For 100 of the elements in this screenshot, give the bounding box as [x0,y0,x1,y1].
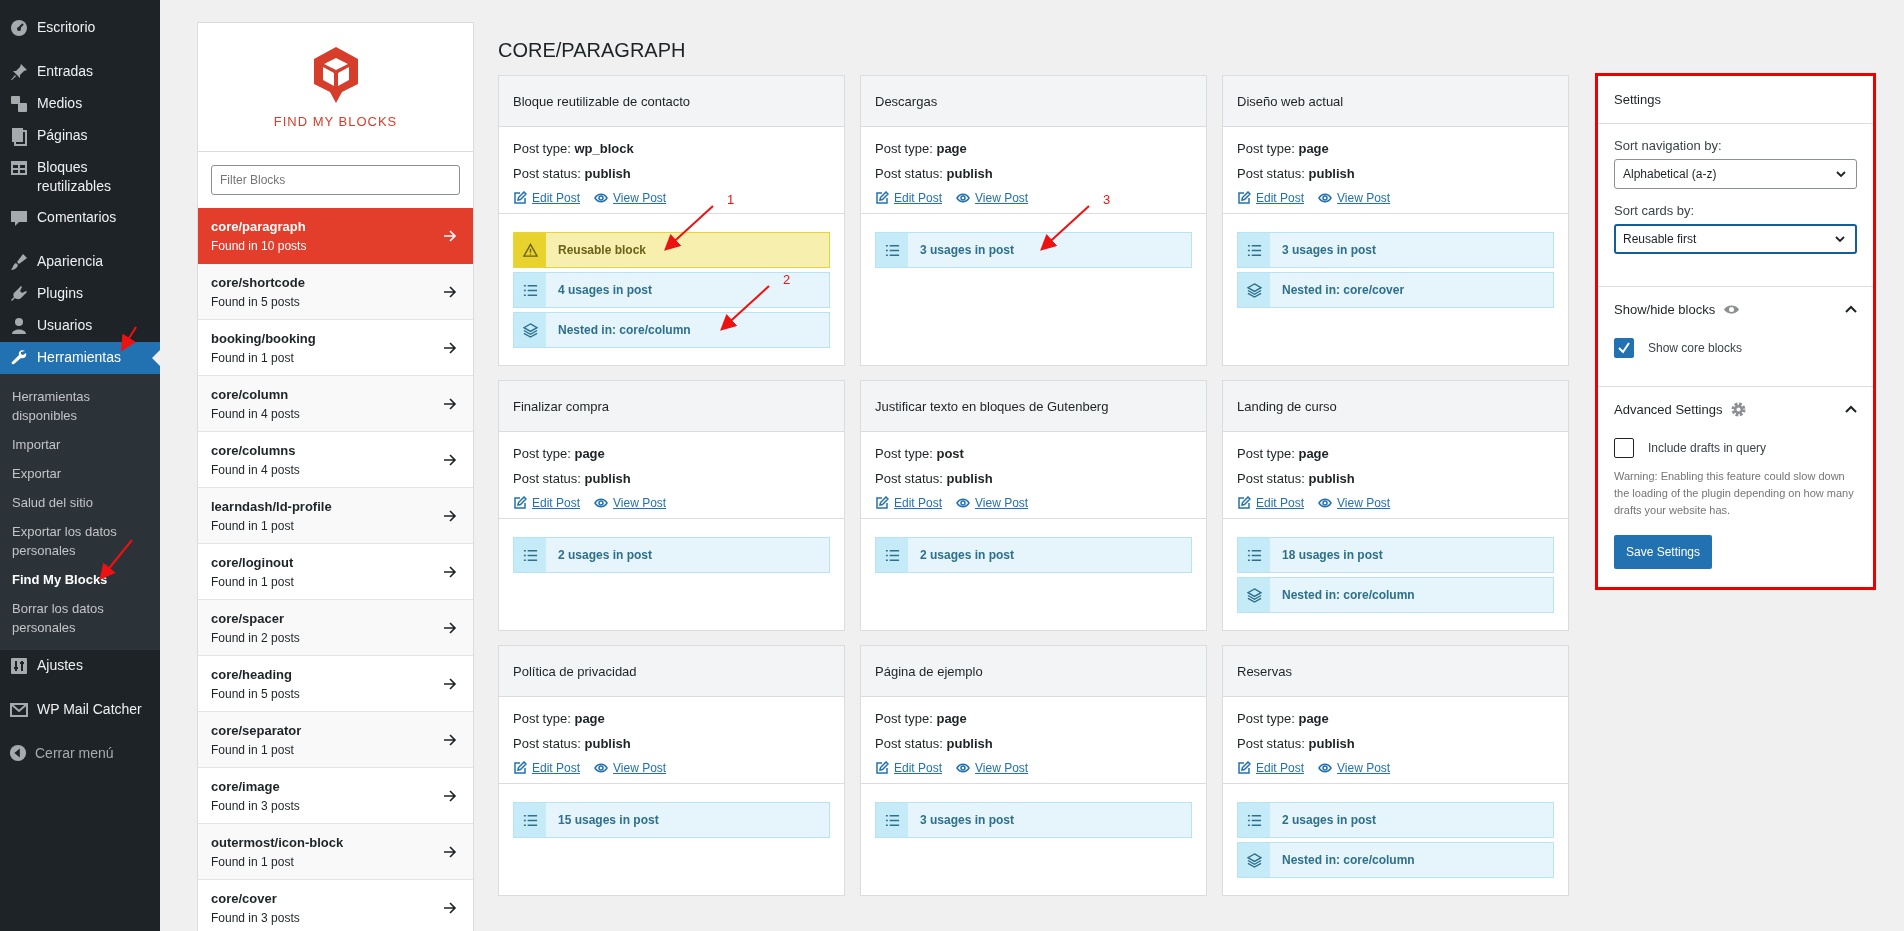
admin-menu-item[interactable]: Herramientas [0,342,160,374]
submenu-item[interactable]: Borrar los datos personales [0,594,160,642]
checkbox[interactable] [1614,438,1634,458]
usages-badge: 3 usages in post [875,802,1192,838]
post-type-text: Post type: page [1237,711,1330,726]
collapse-menu-button[interactable]: Cerrar menú [0,738,160,768]
block-nav-item[interactable]: core/cover Found in 3 posts [198,880,473,931]
admin-menu-item[interactable]: Ajustes [0,650,160,682]
eye-icon [594,496,609,510]
submenu-item[interactable]: Importar [0,430,160,459]
view-post-link[interactable]: View Post [1318,191,1391,205]
settings-icon [1730,401,1748,418]
card-title: Diseño web actual [1223,76,1568,127]
pages-icon [9,126,29,146]
admin-menu-item[interactable]: Usuarios [0,310,160,342]
card-title: Landing de curso [1223,381,1568,432]
admin-menu-item[interactable]: Medios [0,88,160,120]
admin-menu-item[interactable]: Plugins [0,278,160,310]
view-post-link[interactable]: View Post [956,496,1029,510]
section-toggle[interactable]: Show/hide blocks [1614,301,1857,318]
checkbox-label: Show core blocks [1648,341,1743,355]
edit-post-link[interactable]: Edit Post [875,496,943,510]
submenu-item[interactable]: Find My Blocks [0,565,160,594]
filter-input[interactable]: Filter Blocks [211,165,460,195]
arrow-right-icon [443,788,457,803]
logo-text: FIND MY BLOCKS [273,113,398,129]
eye-icon [594,761,609,775]
edit-post-link[interactable]: Edit Post [513,191,581,205]
admin-menu-item[interactable]: Entradas [0,56,160,88]
block-nav-item[interactable]: learndash/ld-profile Found in 1 post [198,488,473,544]
admin-menu-item[interactable]: WP Mail Catcher [0,694,160,726]
arrow-right-icon [443,620,457,635]
block-nav-item[interactable]: core/column Found in 4 posts [198,376,473,432]
panel-title: Settings [1598,76,1873,124]
speech-bubble-icon [9,208,29,228]
block-nav-item[interactable]: core/spacer Found in 2 posts [198,600,473,656]
chevron-down-icon [1836,169,1846,179]
brush-icon [9,252,29,272]
edit-icon [875,496,889,510]
view-post-link[interactable]: View Post [1318,496,1391,510]
block-nav-item[interactable]: core/separator Found in 1 post [198,712,473,768]
arrow-right-icon [443,564,457,579]
edit-icon [513,191,527,205]
list-icon [1246,242,1262,258]
submenu-item[interactable]: Salud del sitio [0,488,160,517]
view-post-link[interactable]: View Post [1318,761,1391,775]
edit-post-link[interactable]: Edit Post [875,191,943,205]
admin-menu-item[interactable]: Bloques reutilizables [0,152,160,202]
sort-cards-select[interactable]: Reusable first [1614,224,1857,254]
layers-icon [522,322,538,338]
edit-post-link[interactable]: Edit Post [513,761,581,775]
checkbox[interactable] [1614,338,1634,358]
post-status-text: Post status: publish [513,166,632,181]
submenu-item[interactable]: Exportar los datos personales [0,517,160,565]
edit-post-link[interactable]: Edit Post [513,496,581,510]
eye-icon [956,191,971,205]
admin-menu-item[interactable]: Comentarios [0,202,160,234]
arrow-right-icon [443,228,457,243]
admin-menu-item[interactable]: Páginas [0,120,160,152]
usages-badge: 15 usages in post [513,802,830,838]
post-type-text: Post type: page [1237,446,1330,461]
edit-icon [1237,496,1251,510]
gauge-icon [9,18,29,38]
admin-menu-item[interactable]: Escritorio [0,12,160,44]
field-label: Sort cards by: [1614,203,1696,218]
submenu-item[interactable]: Exportar [0,459,160,488]
eye-icon [956,496,971,510]
edit-post-link[interactable]: Edit Post [1237,496,1305,510]
layers-icon [1246,282,1262,298]
edit-post-link[interactable]: Edit Post [1237,761,1305,775]
arrow-right-icon [443,844,457,859]
view-post-link[interactable]: View Post [594,761,667,775]
submenu-item[interactable]: Herramientas disponibles [0,382,160,430]
edit-post-link[interactable]: Edit Post [875,761,943,775]
block-nav-item[interactable]: core/shortcode Found in 5 posts [198,264,473,320]
collapse-icon [9,744,27,762]
arrow-right-icon [443,900,457,915]
sort-navigation-select[interactable]: Alphabetical (a-z) [1614,159,1857,189]
section-toggle[interactable]: Advanced Settings [1614,401,1857,418]
view-post-link[interactable]: View Post [594,191,667,205]
layers-icon [1246,852,1262,868]
arrow-right-icon [443,732,457,747]
save-settings-button[interactable]: Save Settings [1614,535,1713,569]
edit-icon [513,761,527,775]
admin-menu-item[interactable]: Apariencia [0,246,160,278]
view-post-link[interactable]: View Post [956,761,1029,775]
block-nav-item[interactable]: core/paragraph Found in 10 posts [198,208,473,264]
edit-icon [1237,761,1251,775]
post-status-text: Post status: publish [875,166,994,181]
view-post-link[interactable]: View Post [956,191,1029,205]
card-title: Reservas [1223,646,1568,697]
edit-post-link[interactable]: Edit Post [1237,191,1305,205]
list-icon [884,242,900,258]
user-icon [9,316,29,336]
block-nav-item[interactable]: outermost/icon-block Found in 1 post [198,824,473,880]
media-icon [9,94,29,114]
view-post-link[interactable]: View Post [594,496,667,510]
list-icon [522,812,538,828]
post-type-text: Post type: page [1237,141,1330,156]
pin-icon [9,62,29,82]
